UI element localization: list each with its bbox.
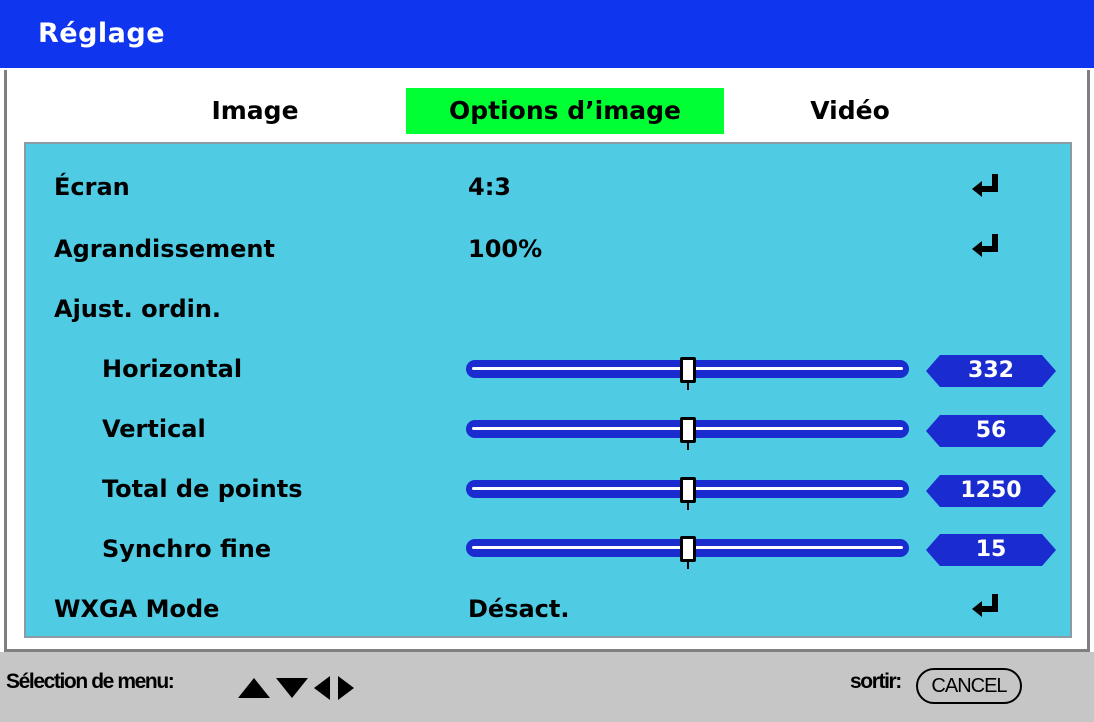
synchro-fine-value: 15 [975,537,1007,562]
row-wxga-value: Désact. [468,595,570,623]
slider-thumb[interactable] [680,477,696,503]
enter-icon[interactable] [970,232,1004,258]
total-points-value-badge: 1250 [926,475,1056,507]
vertical-value: 56 [975,418,1007,443]
row-ecran-label: Écran [54,173,130,201]
row-agrandissement-label: Agrandissement [54,235,275,263]
synchro-fine-value-badge: 15 [926,534,1056,566]
tab-options-image[interactable]: Options d’image [406,88,724,134]
total-points-slider[interactable] [466,477,909,510]
horizontal-slider[interactable] [466,357,909,390]
vertical-value-badge: 56 [926,415,1056,447]
row-wxga-label: WXGA Mode [54,595,220,623]
slider-thumb[interactable] [680,536,696,562]
horizontal-value-badge: 332 [926,355,1056,387]
slider-center-tick [687,382,689,390]
total-points-value: 1250 [960,478,1022,503]
horizontal-value: 332 [968,358,1014,383]
row-synchro-label: Synchro fine [102,535,272,563]
navigation-arrows-icon [238,676,354,700]
footer-exit-label: sortir: [850,670,902,693]
enter-icon[interactable] [970,172,1004,198]
footer-bar: Sélection de menu: sortir: CANCEL [0,652,1094,722]
vertical-slider[interactable] [466,417,909,450]
tab-video[interactable]: Vidéo [770,88,930,134]
footer-menu-hint: Sélection de menu: [6,670,175,693]
row-total-label: Total de points [102,475,303,503]
slider-center-tick [687,502,689,510]
row-agrandissement-value: 100% [468,235,543,263]
slider-center-tick [687,442,689,450]
synchro-fine-slider[interactable] [466,536,909,569]
cancel-button[interactable]: CANCEL [916,668,1022,704]
row-horizontal-label: Horizontal [102,355,243,383]
slider-center-tick [687,561,689,569]
slider-thumb[interactable] [680,417,696,443]
enter-icon[interactable] [970,592,1004,618]
row-vertical-label: Vertical [102,415,206,443]
row-ecran-value: 4:3 [468,173,511,201]
window-title: Réglage [38,18,166,49]
title-bar: Réglage [0,0,1094,68]
slider-thumb[interactable] [680,357,696,383]
tab-image[interactable]: Image [150,88,360,134]
section-ajust-ordin: Ajust. ordin. [54,295,222,323]
